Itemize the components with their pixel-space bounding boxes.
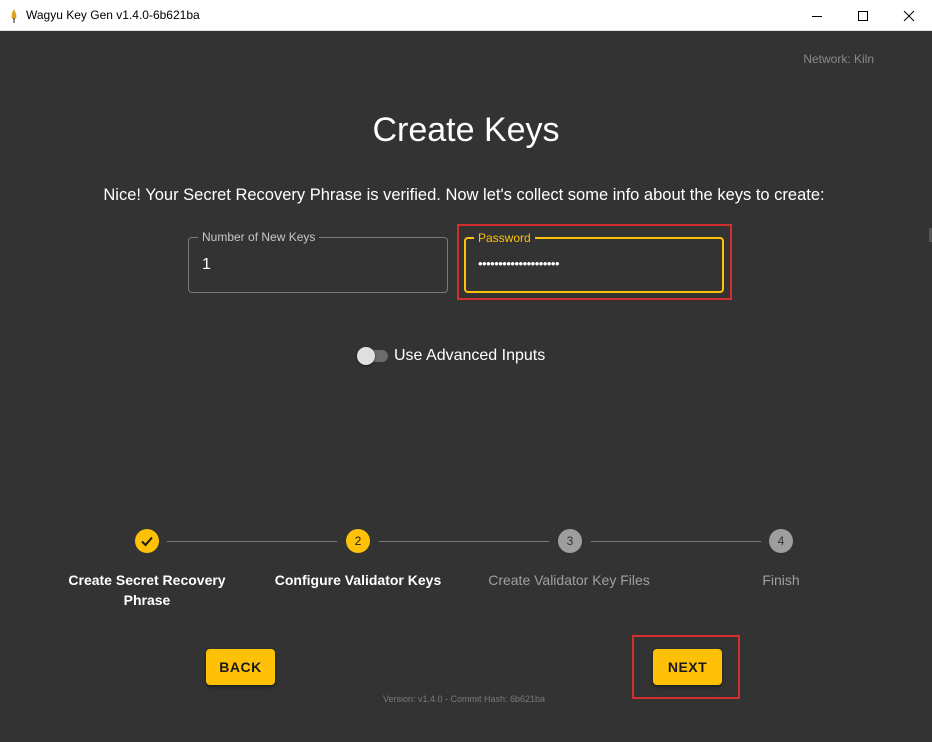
advanced-inputs-label: Use Advanced Inputs (394, 347, 546, 364)
next-button[interactable]: NEXT (653, 649, 722, 685)
page-subtitle: Nice! Your Secret Recovery Phrase is ver… (103, 186, 825, 204)
step-2-label: Configure Validator Keys (274, 572, 442, 588)
step-4-circle: 4 (769, 529, 793, 553)
step-1-label: Create Secret Recovery Phrase (68, 572, 226, 608)
close-button[interactable] (886, 0, 932, 31)
stepper-connector (379, 541, 549, 542)
number-of-keys-field[interactable]: Number of New Keys 1 (188, 230, 448, 293)
back-button[interactable]: BACK (206, 649, 275, 685)
stepper-connector (591, 541, 761, 542)
maximize-button[interactable] (840, 0, 886, 31)
step-1-circle (135, 529, 159, 553)
minimize-icon (812, 15, 822, 17)
stepper-connector (167, 541, 337, 542)
checkmark-icon (141, 536, 153, 547)
version-info: Version: v1.4.0 - Commit Hash: 6b621ba (382, 694, 546, 704)
window-title: Wagyu Key Gen v1.4.0-6b621ba (26, 8, 200, 22)
number-of-keys-input[interactable]: 1 (202, 256, 211, 274)
close-icon (903, 10, 915, 21)
maximize-icon (858, 10, 868, 21)
password-label: Password (474, 231, 535, 245)
password-input[interactable]: •••••••••••••••••••• (478, 256, 560, 271)
number-of-keys-label: Number of New Keys (198, 230, 320, 244)
step-3-label: Create Validator Key Files (488, 572, 650, 588)
password-field[interactable]: Password •••••••••••••••••••• (464, 231, 724, 293)
minimize-button[interactable] (794, 0, 840, 31)
step-4-label: Finish (762, 572, 800, 588)
step-3-circle: 3 (558, 529, 582, 553)
network-label: Network: Kiln (803, 52, 874, 66)
window-titlebar: Wagyu Key Gen v1.4.0-6b621ba (0, 0, 932, 31)
step-2-circle: 2 (346, 529, 370, 553)
advanced-inputs-toggle-thumb[interactable] (357, 347, 375, 365)
page-title: Create Keys (372, 111, 560, 149)
app-icon (11, 9, 17, 23)
